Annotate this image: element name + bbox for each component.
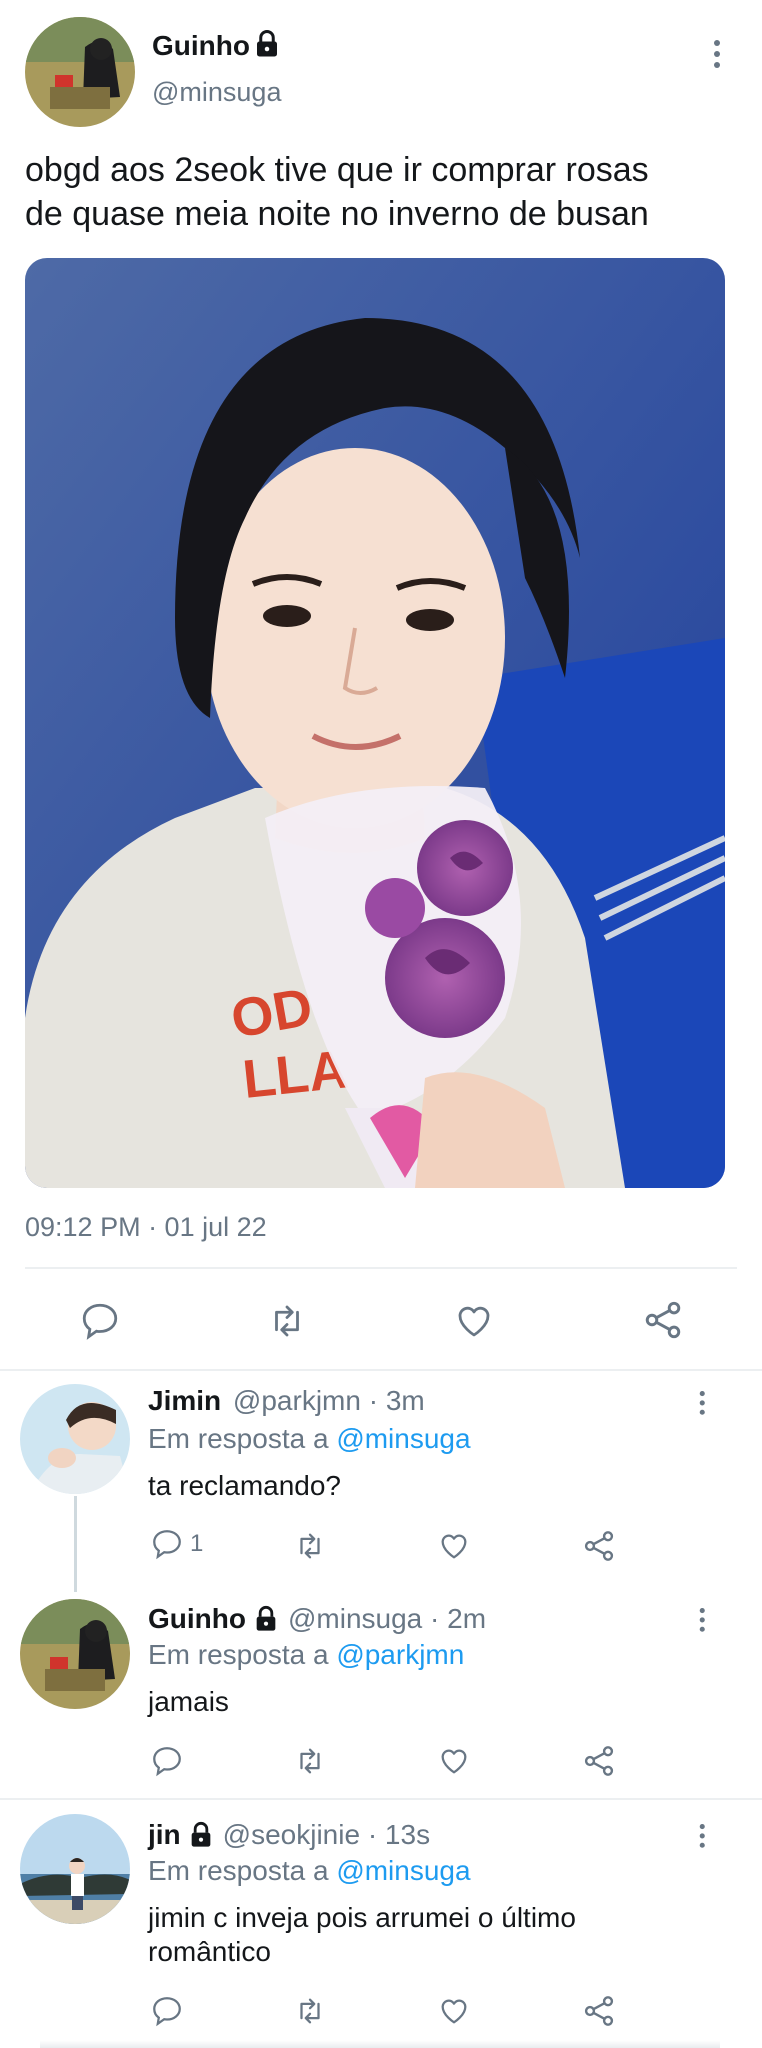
reply-to-link[interactable]: @minsuga bbox=[336, 1855, 470, 1886]
reply-prefix: Em resposta a bbox=[148, 1855, 329, 1886]
reply-context: Em resposta a @parkjmn bbox=[148, 1639, 464, 1671]
like-icon[interactable] bbox=[452, 1300, 496, 1347]
share-icon[interactable] bbox=[641, 1298, 685, 1347]
thread-connector bbox=[74, 1496, 77, 1592]
divider bbox=[0, 1798, 762, 1800]
reply-header: Guinho @minsuga · 2m bbox=[148, 1603, 486, 1635]
reply-prefix: Em resposta a bbox=[148, 1639, 329, 1670]
reply-prefix: Em resposta a bbox=[148, 1423, 329, 1454]
reply-icon bbox=[153, 1530, 181, 1560]
reply-avatar[interactable] bbox=[20, 1599, 130, 1709]
divider bbox=[0, 1369, 762, 1371]
like-icon[interactable] bbox=[436, 1529, 472, 1568]
tweet-timestamp[interactable]: 09:12 PM · 01 jul 22 bbox=[25, 1212, 267, 1243]
like-icon[interactable] bbox=[436, 1744, 472, 1783]
reply-context: Em resposta a @minsuga bbox=[148, 1423, 471, 1455]
reply-display-name[interactable]: jin bbox=[148, 1819, 181, 1851]
reply-text: jamais bbox=[148, 1686, 229, 1717]
reply-avatar[interactable] bbox=[20, 1384, 130, 1494]
more-options-icon[interactable] bbox=[698, 1824, 707, 1852]
reply-text: jimin c inveja pois arrumei o último rom… bbox=[148, 1901, 576, 1969]
reply-text-line: jimin c inveja pois arrumei o último bbox=[148, 1902, 576, 1933]
retweet-icon[interactable] bbox=[292, 1529, 328, 1568]
more-options-icon[interactable] bbox=[698, 1608, 707, 1636]
lock-icon bbox=[252, 1605, 280, 1633]
more-options-icon[interactable] bbox=[711, 40, 723, 73]
author-handle[interactable]: @minsuga bbox=[152, 77, 281, 108]
retweet-icon[interactable] bbox=[292, 1994, 328, 2033]
tweet-text-line: de quase meia noite no inverno de busan bbox=[25, 195, 649, 233]
lock-icon bbox=[252, 29, 282, 64]
reply-display-name[interactable]: Jimin bbox=[148, 1385, 221, 1416]
reply-header: Jimin @parkjmn · 3m bbox=[148, 1385, 425, 1417]
reply-icon[interactable] bbox=[150, 1744, 184, 1783]
lock-icon bbox=[187, 1821, 215, 1849]
reply-handle-time: @minsuga · 2m bbox=[287, 1603, 487, 1634]
like-icon[interactable] bbox=[436, 1994, 472, 2033]
tweet-text-line: obgd aos 2seok tive que ir comprar rosas bbox=[25, 151, 649, 189]
reply-to-link[interactable]: @parkjmn bbox=[336, 1639, 464, 1670]
reply-handle-time: @seokjinie · 13s bbox=[222, 1819, 431, 1850]
reply-to-link[interactable]: @minsuga bbox=[336, 1423, 470, 1454]
reply-icon[interactable] bbox=[150, 1994, 184, 2033]
share-icon[interactable] bbox=[581, 1528, 617, 1569]
share-icon[interactable] bbox=[581, 1993, 617, 2034]
reply-handle-time: @parkjmn · 3m bbox=[232, 1385, 425, 1416]
reply-count: 1 bbox=[190, 1530, 204, 1557]
reply-avatar[interactable] bbox=[20, 1814, 130, 1924]
next-reply-partial bbox=[40, 2040, 720, 2048]
retweet-icon[interactable] bbox=[265, 1300, 309, 1347]
tweet-text: obgd aos 2seok tive que ir comprar rosas… bbox=[25, 148, 649, 236]
tweet-photo[interactable]: OD LLA bbox=[25, 258, 725, 1188]
more-options-icon[interactable] bbox=[698, 1391, 707, 1419]
author-display-name[interactable]: Guinho bbox=[152, 30, 250, 62]
divider bbox=[25, 1267, 737, 1269]
reply-text: ta reclamando? bbox=[148, 1470, 342, 1501]
share-icon[interactable] bbox=[581, 1743, 617, 1784]
reply-context: Em resposta a @minsuga bbox=[148, 1855, 471, 1887]
reply-display-name[interactable]: Guinho bbox=[148, 1603, 246, 1635]
reply-button[interactable]: 1 bbox=[150, 1527, 203, 1561]
reply-text-line: romântico bbox=[148, 1936, 271, 1967]
author-avatar[interactable] bbox=[25, 17, 135, 127]
retweet-icon[interactable] bbox=[292, 1744, 328, 1783]
reply-icon[interactable] bbox=[79, 1300, 121, 1347]
reply-header: jin @seokjinie · 13s bbox=[148, 1819, 430, 1851]
